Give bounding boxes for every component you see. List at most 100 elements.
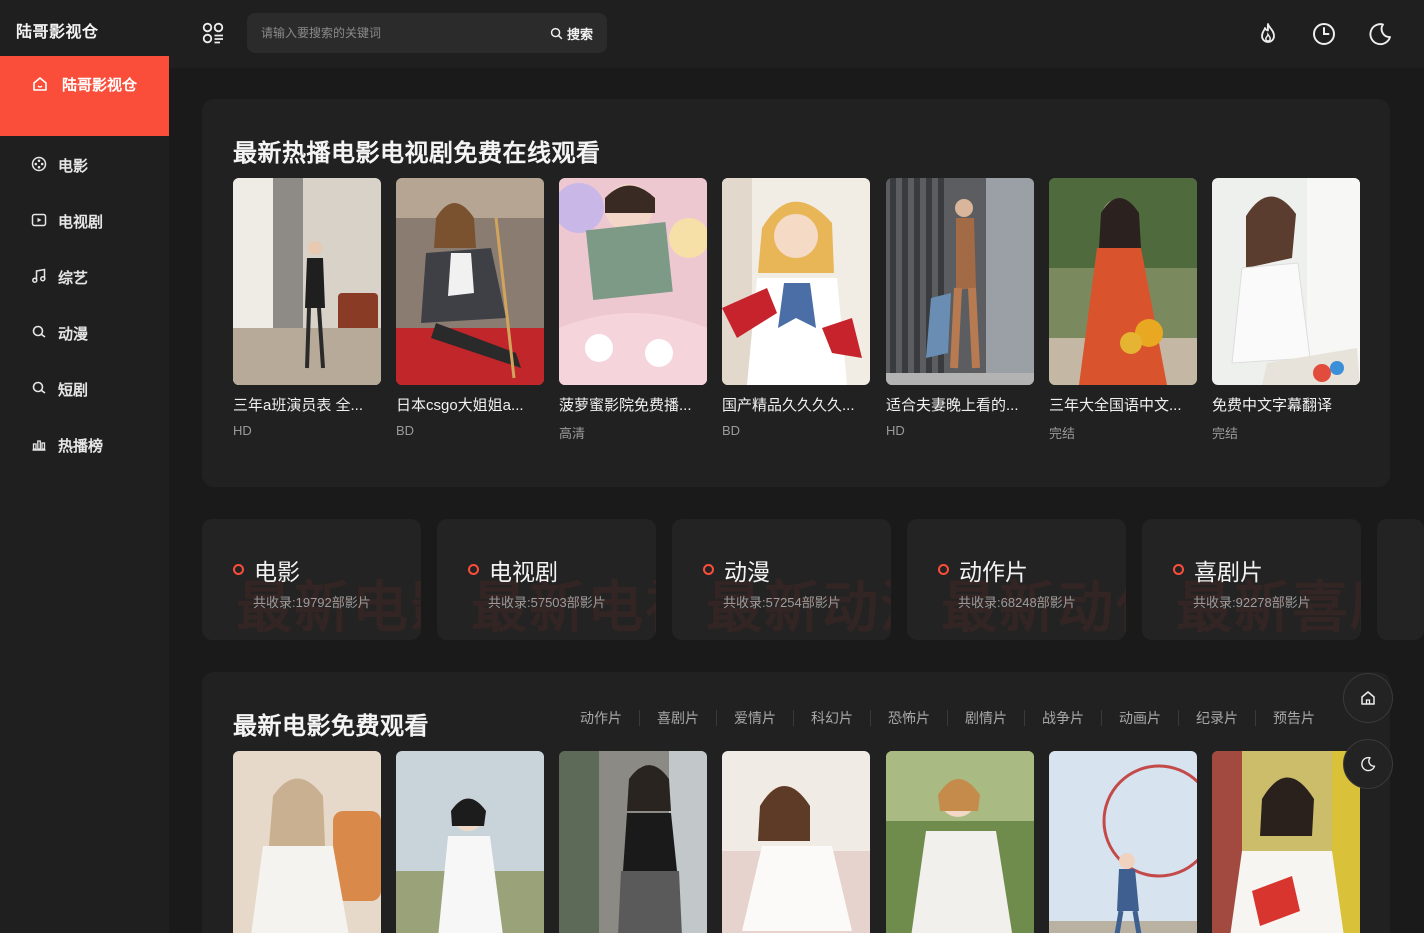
sidebar-item-hot-list[interactable]: 热播榜 — [0, 424, 169, 464]
category-count: 共收录:57503部影片 — [488, 595, 606, 610]
card-badge: BD — [722, 423, 741, 438]
movie-card[interactable]: 国产精品久久久久... BD — [722, 178, 870, 438]
category-name: 电影 — [254, 559, 300, 585]
category-name: 喜剧片 — [1194, 559, 1263, 585]
poster-image — [886, 751, 1034, 933]
back-home-button[interactable] — [1343, 673, 1393, 723]
movie-card[interactable]: 日本csgo大姐姐a... BD — [396, 178, 544, 438]
tab-romance[interactable]: 爱情片 — [716, 710, 793, 726]
theme-toggle-button[interactable] — [1343, 739, 1393, 789]
movie-card[interactable]: 菠萝蜜影院免费播... 高清 — [559, 178, 707, 442]
clock-icon[interactable] — [1311, 21, 1337, 47]
tab-animation[interactable]: 动画片 — [1101, 710, 1178, 726]
category-tile-action[interactable]: 最新动作片 动作片 共收录:68248部影片 — [907, 519, 1126, 640]
tab-war[interactable]: 战争片 — [1024, 710, 1101, 726]
sidebar-item-label: 短剧 — [58, 382, 89, 399]
tab-trailer[interactable]: 预告片 — [1255, 710, 1332, 726]
card-badge: HD — [233, 423, 252, 438]
card-title: 菠萝蜜影院免费播... — [559, 397, 692, 414]
category-name: 动作片 — [959, 559, 1028, 585]
movie-card[interactable] — [559, 751, 707, 933]
card-badge: 完结 — [1049, 426, 1076, 441]
card-badge: HD — [886, 423, 905, 438]
movie-card[interactable]: 三年a班演员表 全... HD — [233, 178, 381, 438]
movie-card[interactable] — [1212, 751, 1360, 933]
search-input[interactable] — [261, 23, 531, 43]
sidebar: 陆哥影视仓 陆哥影视仓 电影 电视剧 综艺 动漫 短剧 热播榜 — [0, 0, 169, 933]
card-title: 免费中文字幕翻译 — [1212, 397, 1333, 414]
sidebar-item-home[interactable]: 陆哥影视仓 — [0, 56, 169, 136]
movie-card[interactable] — [396, 751, 544, 933]
poster-image — [559, 751, 707, 933]
poster-image — [1049, 751, 1197, 933]
category-dot-icon — [233, 564, 244, 575]
category-tile-partial[interactable] — [1377, 519, 1424, 640]
poster-image — [1049, 178, 1197, 385]
category-dot-icon — [703, 564, 714, 575]
movie-card[interactable] — [722, 751, 870, 933]
tab-scifi[interactable]: 科幻片 — [793, 710, 870, 726]
tab-action[interactable]: 动作片 — [563, 710, 639, 726]
poster-image — [559, 178, 707, 385]
poster-image — [1212, 178, 1360, 385]
site-logo[interactable]: 陆哥影视仓 — [16, 18, 99, 42]
tab-horror[interactable]: 恐怖片 — [870, 710, 947, 726]
category-count: 共收录:19792部影片 — [253, 595, 371, 610]
movie-card[interactable]: 三年大全国语中文... 完结 — [1049, 178, 1197, 442]
movie-card[interactable] — [886, 751, 1034, 933]
search-button-label: 搜索 — [566, 26, 593, 42]
category-tile-anime[interactable]: 最新动漫 动漫 共收录:57254部影片 — [672, 519, 891, 640]
card-title: 国产精品久久久久... — [722, 397, 855, 414]
category-count: 共收录:92278部影片 — [1193, 595, 1311, 610]
category-tile-tv[interactable]: 最新电视剧 电视剧 共收录:57503部影片 — [437, 519, 656, 640]
home-icon — [33, 77, 47, 91]
search-button[interactable]: 搜索 — [550, 23, 593, 43]
home-icon — [1361, 691, 1375, 705]
card-badge: BD — [396, 423, 415, 438]
poster-image — [396, 178, 544, 385]
category-count: 共收录:68248部影片 — [958, 595, 1076, 610]
search-icon — [32, 325, 46, 338]
sidebar-item-movie[interactable]: 电影 — [0, 144, 169, 184]
poster-image — [396, 751, 544, 933]
category-count: 共收录:57254部影片 — [723, 595, 841, 610]
movie-card[interactable]: 免费中文字幕翻译 完结 — [1212, 178, 1360, 442]
card-title: 日本csgo大姐姐a... — [396, 397, 524, 414]
poster-image — [1212, 751, 1360, 933]
film-reel-icon — [31, 156, 47, 172]
poster-image — [233, 178, 381, 385]
movies-section: 最新电影免费观看 动作片 喜剧片 爱情片 科幻片 恐怖片 剧情片 战争片 动画片… — [202, 672, 1390, 933]
tab-documentary[interactable]: 纪录片 — [1178, 710, 1255, 726]
music-note-icon — [32, 268, 46, 283]
card-title: 三年a班演员表 全... — [233, 397, 364, 414]
card-title: 适合夫妻晚上看的... — [886, 397, 1019, 414]
tv-play-icon — [31, 213, 47, 227]
tab-drama[interactable]: 剧情片 — [947, 710, 1024, 726]
movie-card[interactable] — [233, 751, 381, 933]
category-name: 电视剧 — [489, 559, 558, 585]
movie-card[interactable]: 适合夫妻晚上看的... HD — [886, 178, 1034, 438]
category-dot-icon — [1173, 564, 1184, 575]
sidebar-item-variety[interactable]: 综艺 — [0, 256, 169, 296]
moon-icon[interactable] — [1367, 21, 1393, 47]
poster-image — [886, 178, 1034, 385]
sidebar-item-label: 电影 — [58, 158, 89, 175]
bar-chart-icon — [32, 440, 46, 451]
fire-icon[interactable] — [1255, 21, 1281, 47]
movie-card[interactable] — [1049, 751, 1197, 933]
sidebar-item-label: 热播榜 — [58, 438, 104, 455]
category-dot-icon — [938, 564, 949, 575]
card-badge: 完结 — [1212, 426, 1239, 441]
search-icon — [550, 27, 563, 39]
category-tile-comedy[interactable]: 最新喜剧片 喜剧片 共收录:92278部影片 — [1142, 519, 1361, 640]
tab-comedy[interactable]: 喜剧片 — [639, 710, 716, 726]
apps-icon[interactable] — [202, 22, 224, 44]
sidebar-item-label: 动漫 — [58, 326, 89, 343]
sidebar-item-tv[interactable]: 电视剧 — [0, 200, 169, 240]
sidebar-item-short-drama[interactable]: 短剧 — [0, 368, 169, 408]
sidebar-item-anime[interactable]: 动漫 — [0, 312, 169, 352]
category-tile-movie[interactable]: 最新电影 电影 共收录:19792部影片 — [202, 519, 421, 640]
section-title: 最新电影免费观看 — [233, 713, 429, 740]
poster-image — [233, 751, 381, 933]
search-icon — [32, 381, 46, 394]
